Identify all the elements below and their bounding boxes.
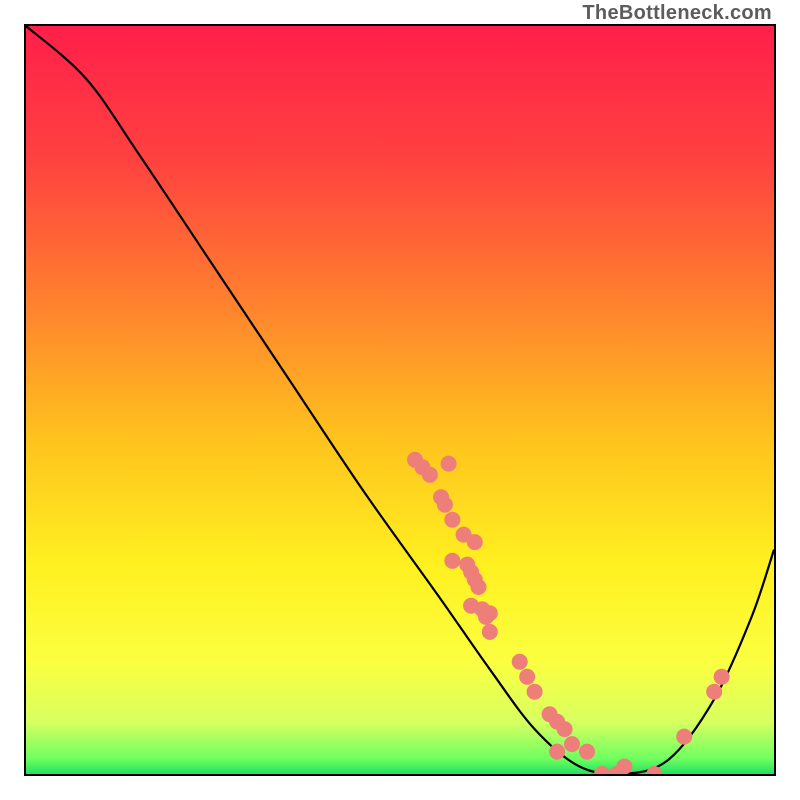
- bottleneck-curve: [26, 26, 774, 774]
- data-marker: [564, 736, 580, 752]
- data-marker: [706, 684, 722, 700]
- data-marker: [594, 766, 610, 774]
- data-marker: [512, 654, 528, 670]
- chart-frame: [24, 24, 776, 776]
- data-markers: [407, 452, 730, 774]
- data-marker: [441, 456, 457, 472]
- data-marker: [549, 744, 565, 760]
- watermark-text: TheBottleneck.com: [582, 2, 772, 25]
- data-marker: [482, 605, 498, 621]
- data-marker: [437, 497, 453, 513]
- chart-plot: [26, 26, 774, 774]
- data-marker: [482, 624, 498, 640]
- data-marker: [471, 579, 487, 595]
- data-marker: [676, 729, 692, 745]
- data-marker: [714, 669, 730, 685]
- data-marker: [519, 669, 535, 685]
- data-marker: [444, 553, 460, 569]
- data-marker: [646, 766, 662, 774]
- data-marker: [422, 467, 438, 483]
- data-marker: [527, 684, 543, 700]
- data-marker: [467, 534, 483, 550]
- data-marker: [616, 759, 632, 775]
- data-marker: [557, 721, 573, 737]
- data-marker: [444, 512, 460, 528]
- data-marker: [579, 744, 595, 760]
